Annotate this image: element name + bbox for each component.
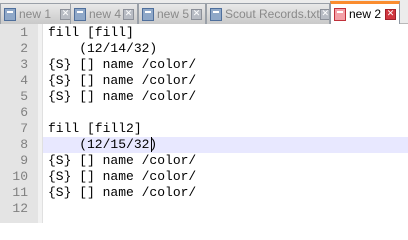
file-icon [210,7,222,21]
line-text[interactable]: fill [fill] [48,25,134,41]
editor-line[interactable]: 6 [0,105,408,121]
editor-line[interactable]: 12 [0,201,408,217]
line-text[interactable]: {S} [] name /color/ [48,169,196,185]
line-text[interactable]: (12/14/32) [48,41,157,57]
close-tab-icon[interactable]: ✕ [319,8,329,20]
editor-line[interactable]: 11 {S} [] name /color/ [0,185,408,201]
line-number: 4 [20,73,28,88]
line-number: 6 [20,105,28,120]
file-icon [74,7,86,21]
tab-new-1[interactable]: new 1 ✕ [0,3,75,24]
editor-line[interactable]: 7 fill [fill2] [0,121,408,137]
line-text[interactable]: {S} [] name /color/ [48,73,196,89]
tab-label: new 1 [19,6,52,21]
line-text[interactable]: (12/15/32) [48,137,157,153]
line-text[interactable]: {S} [] name /color/ [48,185,196,201]
line-number: 7 [20,121,28,136]
tab-label: new 2 [349,6,382,21]
line-number: 1 [20,25,28,40]
text-editor[interactable]: 1 fill [fill] 2 (12/14/32) 3 {S} [] name… [0,24,408,223]
line-text[interactable]: {S} [] name /color/ [48,89,196,105]
editor-line-current[interactable]: 8 (12/15/32) [0,137,408,153]
line-text[interactable]: {S} [] name /color/ [48,153,196,169]
tab-new-4[interactable]: new 4 ✕ [70,3,138,24]
close-tab-icon[interactable]: ✕ [123,8,134,20]
line-number: 5 [20,89,28,104]
tab-label: new 4 [89,6,122,21]
text-caret [151,137,152,152]
editor-line[interactable]: 4 {S} [] name /color/ [0,73,408,89]
close-tab-icon[interactable]: ✕ [191,8,202,20]
line-number: 10 [12,169,28,184]
file-icon [142,7,154,21]
line-number: 11 [12,185,28,200]
editor-line[interactable]: 10 {S} [] name /color/ [0,169,408,185]
editor-line[interactable]: 1 fill [fill] [0,25,408,41]
tab-new-2[interactable]: new 2 ✕ [330,1,400,24]
line-text[interactable]: fill [fill2] [48,121,142,137]
line-number: 8 [20,137,28,152]
editor-line[interactable]: 3 {S} [] name /color/ [0,57,408,73]
editor-line[interactable]: 2 (12/14/32) [0,41,408,57]
file-icon [4,7,16,21]
line-number: 12 [12,201,28,216]
editor-line[interactable]: 5 {S} [] name /color/ [0,89,408,105]
editor-line[interactable]: 9 {S} [] name /color/ [0,153,408,169]
line-text[interactable]: {S} [] name /color/ [48,57,196,73]
close-tab-icon[interactable]: ✕ [385,8,396,20]
line-number: 2 [20,41,28,56]
tab-scout-records[interactable]: Scout Records.txt ✕ [206,3,330,24]
tab-label: Scout Records.txt [225,6,320,21]
line-number: 9 [20,153,28,168]
tab-label: new 5 [157,6,190,21]
line-number: 3 [20,57,28,72]
file-icon [334,7,346,21]
tab-new-5[interactable]: new 5 ✕ [138,3,206,24]
tab-bar: new 1 ✕ new 4 ✕ new 5 ✕ Scout Records.tx… [0,0,408,24]
